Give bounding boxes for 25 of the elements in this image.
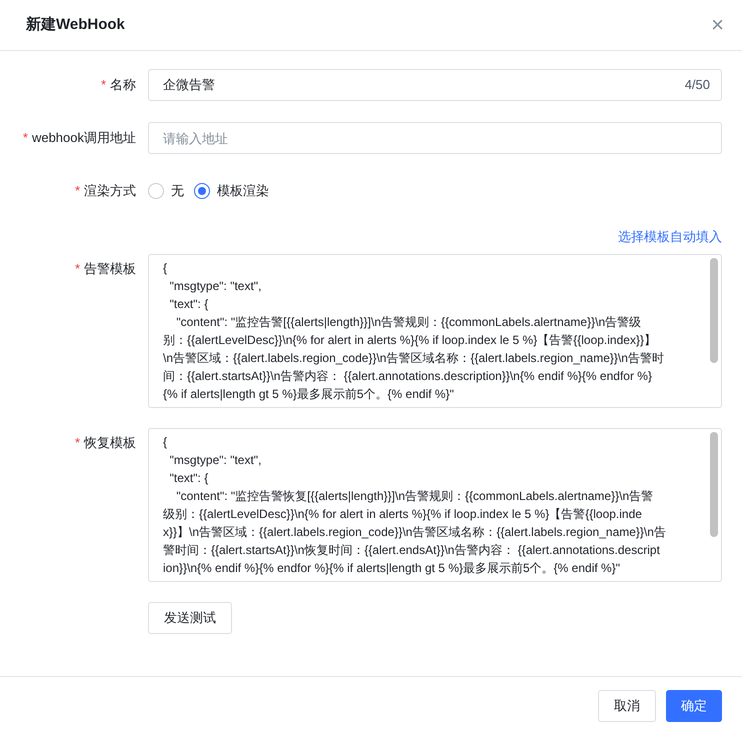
field-label: webhook调用地址: [32, 129, 136, 148]
scrollbar-thumb[interactable]: [710, 432, 718, 536]
dialog-title: 新建WebHook: [26, 14, 125, 35]
character-counter: 4/50: [684, 77, 710, 93]
required-mark: *: [100, 76, 106, 94]
required-mark: *: [22, 129, 28, 148]
radio-button[interactable]: [148, 183, 164, 199]
field-label: 名称: [110, 76, 136, 94]
radio-label[interactable]: 模板渲染: [217, 181, 269, 201]
field-label: 告警模板: [84, 260, 136, 278]
radio-button[interactable]: [194, 183, 210, 199]
scrollbar-thumb[interactable]: [710, 258, 718, 362]
required-mark: *: [74, 434, 80, 452]
template-textarea[interactable]: { "msgtype": "text", "text": { "content": "监控告警[{{alerts|length}}]\n告警规则：{{commonLabels.alertname}}\n告警级 别：{{alertLevelDesc}}\n{% for alert in alerts %}{% if loop.index le 5 %}【告警{{loop.index}}】 \n告警区域：{{alert.labels.region_code}}\n告警区域名称：{{alert.labels.region_name}}\n告警时 间：{{alert.startsAt}}\n告警内容： {{alert.annotations.description}}\n{% endif %}{% endfor %} {% if alerts|length gt 5 %}最多展示前5个。{% endif %}": [148, 254, 722, 408]
radio-label[interactable]: 无: [171, 181, 184, 201]
confirm-button[interactable]: 确定: [666, 690, 722, 722]
field-label: 渲染方式: [84, 182, 136, 200]
send-test-button[interactable]: 发送测试: [148, 602, 232, 634]
required-mark: *: [74, 182, 80, 200]
autofill-template-link[interactable]: 选择模板自动填入: [618, 227, 722, 246]
field-label: 恢复模板: [84, 434, 136, 452]
text-input[interactable]: 请输入地址: [148, 122, 722, 154]
cancel-button[interactable]: 取消: [598, 690, 656, 722]
template-textarea[interactable]: { "msgtype": "text", "text": { "content": "监控告警恢复[{{alerts|length}}]\n告警规则：{{commonLabels.alertname}}\n告警 级别：{{alertLevelDesc}}\n{% for alert in alerts %}{% if loop.index le 5 %}【告警{{loop.inde x}}】\n告警区域：{{alert.labels.region_code}}\n告警区域名称：{{alert.labels.region_name}}\n告 警时间：{{alert.startsAt}}\n恢复时间：{{alert.endsAt}}\n告警内容： {{alert.annotations.descript ion}}\n{% endif %}{% endfor %}{% if alerts|length gt 5 %}最多展示前5个。{% endif %}": [148, 428, 722, 582]
required-mark: *: [74, 260, 80, 278]
